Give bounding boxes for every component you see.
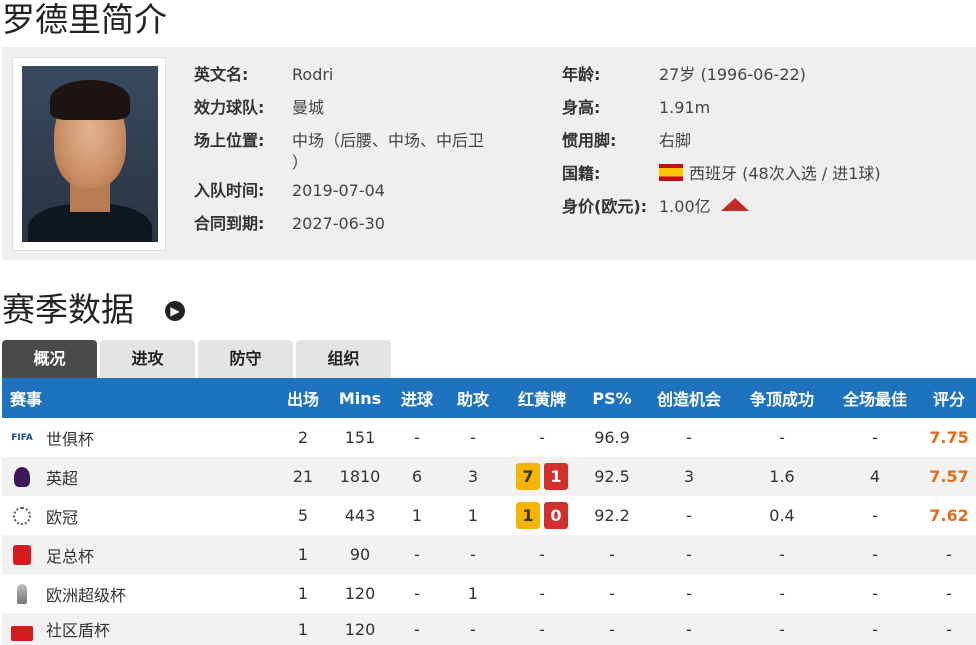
header-pass-pct: PS% (592, 388, 632, 408)
info-nationality: 国籍: 西班牙 (48次入选 / 进1球) (562, 164, 881, 183)
fa-cup-icon (10, 544, 34, 566)
stats-table-header: 赛事 出场 Mins 进球 助攻 红黄牌 PS% 创造机会 争顶成功 全场最佳 … (2, 378, 976, 418)
fifa-icon: FIFA (11, 433, 33, 443)
info-join-date: 入队时间: 2019-07-04 (194, 181, 385, 200)
header-chances-created: 创造机会 (656, 390, 721, 409)
nationality-value: 西班牙 (48次入选 / 进1球) (689, 164, 881, 183)
circle-arrow-right-icon[interactable]: ▶ (165, 301, 185, 321)
table-row[interactable]: 足总杯 1 90 - - - - - - - - (2, 535, 976, 574)
info-contract-end: 合同到期: 2027-06-30 (194, 214, 385, 233)
rating-value: - (946, 545, 952, 564)
rating-value: 7.75 (929, 428, 969, 447)
tab-organization[interactable]: 组织 (296, 340, 391, 378)
info-market-value: 身价(欧元): 1.00亿 (562, 196, 962, 218)
header-minutes: Mins (338, 388, 382, 408)
cards-cell: 71 (507, 457, 577, 496)
rating-value: - (946, 619, 952, 639)
rating-value: 7.57 (929, 467, 969, 486)
profile-panel: 英文名: Rodri 效力球队: 曼城 场上位置: 中场（后腰、中场、中后卫 ）… (2, 47, 976, 260)
premier-league-icon (10, 466, 34, 488)
rating-value: 7.62 (929, 506, 969, 525)
tab-defense[interactable]: 防守 (198, 340, 293, 378)
table-row[interactable]: 欧冠 5 443 1 1 10 92.2 - 0.4 - 7.62 (2, 496, 976, 535)
info-preferred-foot: 惯用脚: 右脚 (562, 131, 692, 150)
info-english-name: 英文名: Rodri (194, 65, 334, 84)
red-card-count: 0 (544, 502, 568, 529)
header-appearances: 出场 (286, 390, 319, 409)
rating-value: - (946, 584, 952, 603)
info-age: 年龄: 27岁 (1996-06-22) (562, 65, 806, 84)
table-row[interactable]: 英超 21 1810 6 3 71 92.5 3 1.6 4 7.57 (2, 457, 976, 496)
uefa-super-cup-icon (10, 583, 34, 605)
tab-overview[interactable]: 概况 (2, 340, 97, 378)
player-photo (12, 57, 166, 251)
info-team: 效力球队: 曼城 (194, 98, 325, 117)
cards-cell: 10 (507, 496, 577, 535)
table-row[interactable]: 欧洲超级杯 1 120 - 1 - - - - - - (2, 574, 976, 613)
header-motm: 全场最佳 (842, 390, 907, 409)
header-goals: 进球 (400, 390, 433, 409)
header-rating: 评分 (932, 390, 965, 409)
header-aerials-won: 争顶成功 (749, 390, 814, 409)
community-shield-icon (10, 622, 34, 644)
table-row[interactable]: 社区盾杯 1 120 - - - - - - - - (2, 613, 976, 645)
red-card-count: 1 (544, 463, 568, 490)
table-row[interactable]: FIFA 世俱杯 2 151 - - - 96.9 - - - 7.75 (2, 418, 976, 457)
page-title: 罗德里简介 (2, 0, 167, 39)
info-height: 身高: 1.91m (562, 98, 711, 117)
info-position: 场上位置: 中场（后腰、中场、中后卫 ） (194, 131, 485, 172)
section-title: 赛季数据 (2, 290, 134, 329)
header-assists: 助攻 (456, 390, 489, 409)
header-cards: 红黄牌 (517, 390, 566, 409)
up-arrow-icon (720, 198, 749, 211)
tab-attack[interactable]: 进攻 (100, 340, 195, 378)
yellow-card-count: 1 (516, 502, 540, 529)
spain-flag-icon (659, 164, 683, 181)
champions-league-icon (10, 505, 34, 527)
header-competition: 赛事 (10, 390, 43, 409)
market-value: 1.00亿 (659, 197, 711, 216)
yellow-card-count: 7 (516, 463, 540, 490)
